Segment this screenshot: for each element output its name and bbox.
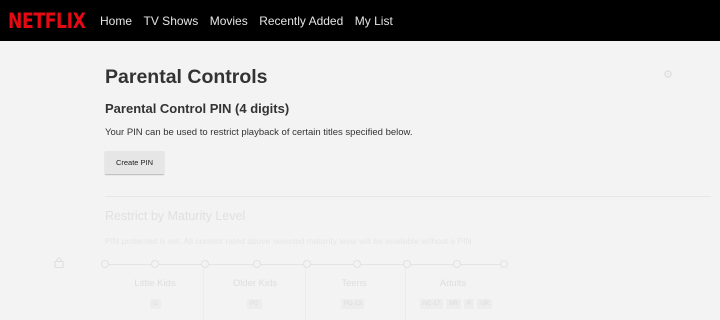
nav-recently-added[interactable]: Recently Added (259, 14, 343, 28)
level-older-kids: Older Kids (232, 278, 278, 289)
slider-node[interactable] (201, 260, 209, 268)
level-teens: Teens (341, 278, 367, 289)
rating-badges: PG (247, 299, 262, 309)
rating-badges: NC-17 NR R UR (420, 299, 493, 309)
main-nav: Home TV Shows Movies Recently Added My L… (100, 14, 404, 28)
slider-node[interactable] (353, 260, 361, 268)
column-divider (203, 268, 204, 320)
column-divider (305, 268, 306, 320)
rating-badge: NC-17 (420, 299, 444, 309)
top-navigation-bar: NETFLIX Home TV Shows Movies Recently Ad… (0, 0, 720, 41)
slider-node[interactable] (303, 260, 311, 268)
pin-description: Your PIN can be used to restrict playbac… (105, 127, 413, 138)
settings-icon: ⚙ (663, 69, 673, 81)
rating-badge: G (150, 299, 161, 309)
slider-node[interactable] (403, 260, 411, 268)
maturity-description: PIN protected is set. All content rated … (105, 236, 474, 246)
nav-my-list[interactable]: My List (355, 14, 393, 28)
create-pin-button[interactable]: Create PIN (105, 151, 164, 174)
netflix-logo[interactable]: NETFLIX (8, 9, 86, 33)
slider-node[interactable] (500, 260, 508, 268)
rating-badge: PG-13 (341, 299, 365, 309)
rating-badge: PG (247, 299, 262, 309)
nav-tv-shows[interactable]: TV Shows (144, 14, 199, 28)
pin-section-title: Parental Control PIN (4 digits) (105, 101, 290, 116)
rating-badge: R (464, 299, 475, 309)
level-adults: Adults (439, 278, 467, 289)
page-title: Parental Controls (105, 66, 268, 88)
rating-badge: NR (446, 299, 462, 309)
slider-node[interactable] (253, 260, 261, 268)
slider-node[interactable] (453, 260, 461, 268)
rating-badges: PG-13 (341, 299, 365, 309)
maturity-heading: Restrict by Maturity Level (105, 209, 246, 223)
rating-badges: G (150, 299, 161, 309)
nav-movies[interactable]: Movies (210, 14, 248, 28)
column-divider (405, 268, 406, 320)
lock-icon (54, 257, 64, 268)
nav-home[interactable]: Home (100, 14, 132, 28)
section-divider (105, 196, 711, 197)
slider-node[interactable] (101, 260, 109, 268)
level-little-kids: Little Kids (134, 278, 176, 289)
slider-node[interactable] (151, 260, 159, 268)
rating-badge: UR (477, 299, 493, 309)
maturity-levels: Little Kids G Older Kids PG Teens PG-13 … (105, 268, 510, 320)
